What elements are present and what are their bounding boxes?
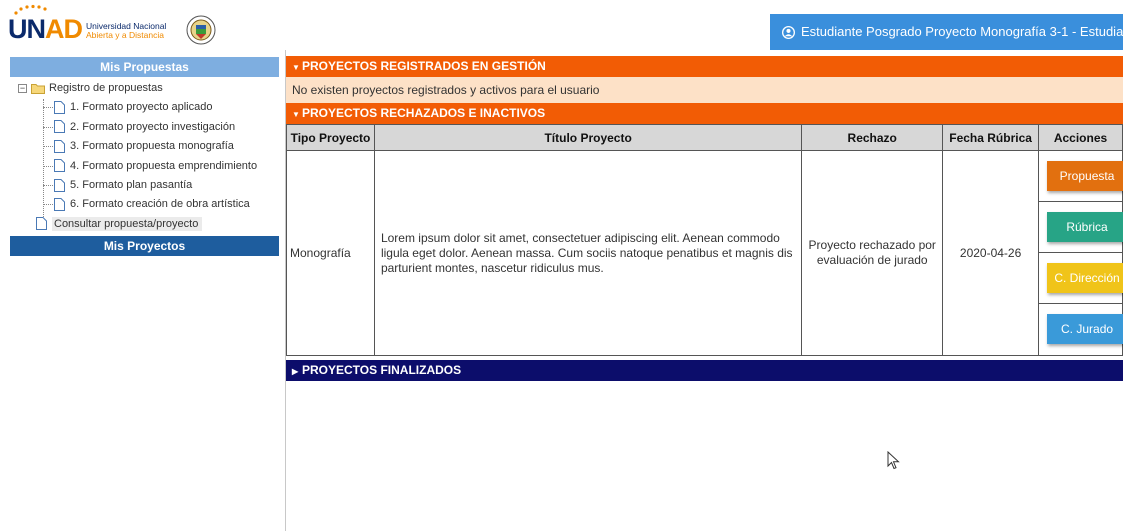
c-jurado-button[interactable]: C. Jurado bbox=[1047, 314, 1123, 344]
folder-icon bbox=[31, 83, 45, 94]
document-icon bbox=[36, 217, 47, 231]
sidebar-item-label: 5. Formato plan pasantía bbox=[70, 178, 193, 191]
caret-down-icon: ▼ bbox=[292, 110, 300, 119]
document-icon bbox=[54, 120, 65, 134]
logo-wordmark: UNAD bbox=[8, 14, 83, 44]
col-titulo-proyecto: Título Proyecto bbox=[373, 124, 803, 151]
main-content: ▼ PROYECTOS REGISTRADOS EN GESTIÓN No exi… bbox=[286, 56, 1123, 381]
table-row: Monografía Lorem ipsum dolor sit amet, c… bbox=[286, 150, 1123, 356]
document-icon bbox=[54, 178, 65, 192]
mis-proyectos-header[interactable]: Mis Proyectos bbox=[10, 236, 279, 257]
document-icon bbox=[54, 159, 65, 173]
cell-acciones: Propuesta Rúbrica C. Dirección C. Jurado bbox=[1038, 150, 1123, 356]
document-icon bbox=[54, 139, 65, 153]
sidebar-item-formato-3[interactable]: 3. Formato propuesta monografía bbox=[10, 137, 279, 156]
section-finalizados-header[interactable]: ▶ PROYECTOS FINALIZADOS bbox=[286, 360, 1123, 381]
mis-propuestas-header[interactable]: Mis Propuestas bbox=[10, 57, 279, 77]
section-gestion-header[interactable]: ▼ PROYECTOS REGISTRADOS EN GESTIÓN bbox=[286, 56, 1123, 77]
rubrica-button[interactable]: Rúbrica bbox=[1047, 212, 1123, 242]
sidebar-item-label: 4. Formato propuesta emprendimiento bbox=[70, 159, 258, 172]
caret-right-icon: ▶ bbox=[292, 367, 299, 376]
mouse-pointer-icon bbox=[887, 451, 900, 470]
section-title: PROYECTOS REGISTRADOS EN GESTIÓN bbox=[302, 59, 546, 73]
user-circle-icon bbox=[782, 26, 795, 40]
col-acciones: Acciones bbox=[1038, 124, 1123, 151]
collapse-icon[interactable]: − bbox=[18, 83, 27, 93]
sidebar-item-label: 1. Formato proyecto aplicado bbox=[70, 101, 213, 114]
unad-logo[interactable]: UNAD Universidad Nacional Abierta y a Di… bbox=[8, 4, 238, 48]
user-menu[interactable]: Estudiante Posgrado Proyecto Monografía … bbox=[770, 14, 1123, 50]
sidebar-item-formato-2[interactable]: 2. Formato proyecto investigación bbox=[10, 118, 279, 137]
user-name: Estudiante Posgrado Proyecto Monografía … bbox=[801, 24, 1123, 39]
document-icon bbox=[54, 197, 65, 211]
table-header-row: Tipo Proyecto Título Proyecto Rechazo Fe… bbox=[286, 124, 1123, 151]
document-icon bbox=[54, 100, 65, 114]
tree-root-registro[interactable]: − Registro de propuestas bbox=[10, 79, 279, 98]
sidebar-item-formato-1[interactable]: 1. Formato proyecto aplicado bbox=[10, 98, 279, 117]
sidebar-item-formato-4[interactable]: 4. Formato propuesta emprendimiento bbox=[10, 157, 279, 176]
section-title: PROYECTOS FINALIZADOS bbox=[302, 363, 462, 377]
sidebar-item-consultar[interactable]: Consultar propuesta/proyecto bbox=[10, 215, 279, 234]
cell-fecha: 2020-04-26 bbox=[942, 150, 1040, 356]
section-title: PROYECTOS RECHAZADOS E INACTIVOS bbox=[302, 106, 546, 120]
cell-tipo: Monografía bbox=[286, 150, 375, 356]
colombia-seal-icon bbox=[186, 15, 216, 45]
rechazados-table: Tipo Proyecto Título Proyecto Rechazo Fe… bbox=[286, 124, 1123, 356]
col-fecha-rubrica: Fecha Rúbrica bbox=[942, 124, 1040, 151]
col-rechazo: Rechazo bbox=[801, 124, 944, 151]
header: UNAD Universidad Nacional Abierta y a Di… bbox=[0, 0, 1123, 50]
sidebar-item-label: Consultar propuesta/proyecto bbox=[52, 216, 203, 231]
propuesta-button[interactable]: Propuesta bbox=[1047, 161, 1123, 191]
tree-root-label: Registro de propuestas bbox=[49, 82, 163, 94]
sidebar-item-formato-5[interactable]: 5. Formato plan pasantía bbox=[10, 176, 279, 195]
sidebar-item-label: 2. Formato proyecto investigación bbox=[70, 120, 236, 133]
logo-subtitle: Universidad Nacional Abierta y a Distanc… bbox=[86, 21, 167, 40]
caret-down-icon: ▼ bbox=[292, 63, 300, 72]
gestion-empty-message: No existen proyectos registrados y activ… bbox=[286, 77, 1123, 103]
section-rechazados-header[interactable]: ▼ PROYECTOS RECHAZADOS E INACTIVOS bbox=[286, 103, 1123, 124]
sidebar-item-formato-6[interactable]: 6. Formato creación de obra artística bbox=[10, 195, 279, 214]
sidebar-item-label: 3. Formato propuesta monografía bbox=[70, 140, 234, 153]
sidebar: Mis Propuestas − Registro de propuestas 1… bbox=[10, 57, 279, 257]
propuestas-tree: − Registro de propuestas 1. Formato proye… bbox=[10, 77, 279, 236]
sidebar-item-label: 6. Formato creación de obra artística bbox=[70, 198, 250, 211]
cell-titulo: Lorem ipsum dolor sit amet, consectetuer… bbox=[373, 150, 803, 356]
col-tipo-proyecto: Tipo Proyecto bbox=[286, 124, 375, 151]
c-direccion-button[interactable]: C. Dirección bbox=[1047, 263, 1123, 293]
cell-rechazo: Proyecto rechazado por evaluación de jur… bbox=[801, 150, 944, 356]
